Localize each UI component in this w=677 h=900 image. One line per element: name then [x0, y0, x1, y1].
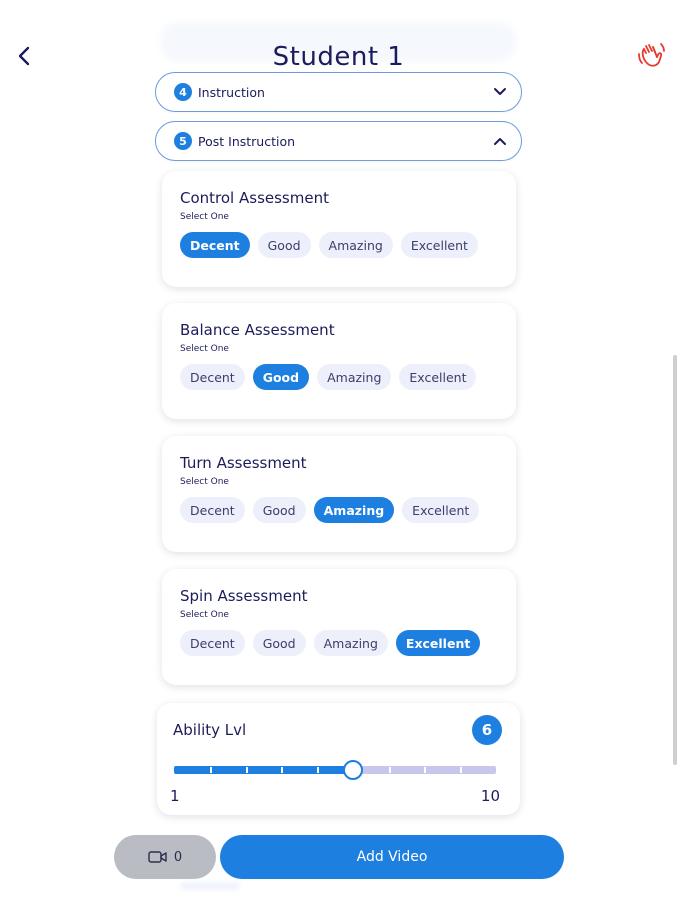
slider-tick — [424, 767, 426, 773]
scrollbar[interactable] — [673, 355, 677, 765]
slider-min-label: 1 — [170, 787, 180, 805]
section-number-badge: 5 — [174, 132, 192, 150]
add-video-button[interactable]: Add Video — [220, 835, 564, 879]
balance-assessment-card: Balance Assessment Select One Decent Goo… — [162, 303, 516, 419]
slider-tick — [317, 767, 319, 773]
option-amazing[interactable]: Amazing — [317, 364, 392, 390]
wave-button[interactable] — [637, 40, 667, 72]
option-excellent[interactable]: Excellent — [400, 232, 478, 258]
slider-tick — [281, 767, 283, 773]
option-good[interactable]: Good — [252, 364, 310, 390]
section-post-instruction[interactable]: 5 Post Instruction — [155, 121, 522, 161]
card-title: Turn Assessment — [180, 454, 307, 472]
option-decent[interactable]: Decent — [180, 364, 245, 390]
chevron-up-icon — [494, 138, 506, 145]
page-title: Student 1 — [272, 42, 405, 72]
waving-hand-icon — [638, 43, 665, 67]
chevron-down-icon — [494, 88, 506, 95]
option-excellent[interactable]: Excellent — [399, 364, 477, 390]
option-amazing[interactable]: Amazing — [318, 232, 393, 258]
slider-thumb[interactable] — [343, 760, 363, 780]
rating-options: Decent Good Amazing Excellent — [180, 630, 498, 656]
rating-options: Decent Good Amazing Excellent — [180, 497, 498, 523]
option-amazing[interactable]: Amazing — [313, 630, 388, 656]
section-label: Post Instruction — [198, 133, 296, 149]
section-label: Instruction — [198, 84, 265, 100]
slider-tick — [389, 767, 391, 773]
spin-assessment-card: Spin Assessment Select One Decent Good A… — [162, 569, 516, 685]
card-subtitle: Select One — [180, 212, 229, 222]
slider-tick — [246, 767, 248, 773]
option-good[interactable]: Good — [257, 232, 311, 258]
option-good[interactable]: Good — [252, 630, 306, 656]
rating-options: Decent Good Amazing Excellent — [180, 364, 498, 390]
slider-track-filled — [174, 766, 353, 774]
card-title: Control Assessment — [180, 189, 329, 207]
ability-level-card: Ability Lvl 6 1 10 — [157, 703, 520, 815]
option-amazing[interactable]: Amazing — [313, 497, 395, 523]
ability-slider[interactable] — [174, 760, 496, 780]
video-count: 0 — [173, 849, 183, 865]
option-excellent[interactable]: Excellent — [402, 497, 480, 523]
video-count-button[interactable]: 0 — [114, 835, 216, 879]
card-title: Balance Assessment — [180, 321, 335, 339]
video-camera-icon — [148, 851, 167, 863]
option-decent[interactable]: Decent — [180, 630, 245, 656]
card-subtitle: Select One — [180, 344, 229, 354]
faded-background-element — [180, 882, 240, 890]
option-excellent[interactable]: Excellent — [395, 630, 481, 656]
rating-options: Decent Good Amazing Excellent — [180, 232, 498, 258]
card-title: Spin Assessment — [180, 587, 308, 605]
ability-value-badge: 6 — [472, 715, 502, 745]
slider-tick — [210, 767, 212, 773]
option-decent[interactable]: Decent — [180, 497, 245, 523]
option-decent[interactable]: Decent — [180, 232, 250, 258]
slider-tick — [460, 767, 462, 773]
header: Student 1 — [0, 0, 677, 80]
card-subtitle: Select One — [180, 610, 229, 620]
turn-assessment-card: Turn Assessment Select One Decent Good A… — [162, 436, 516, 552]
section-instruction[interactable]: 4 Instruction — [155, 72, 522, 112]
section-number-badge: 4 — [174, 83, 192, 101]
card-subtitle: Select One — [180, 477, 229, 487]
slider-max-label: 10 — [480, 787, 500, 805]
option-good[interactable]: Good — [252, 497, 306, 523]
control-assessment-card: Control Assessment Select One Decent Goo… — [162, 171, 516, 287]
ability-label: Ability Lvl — [173, 721, 247, 739]
